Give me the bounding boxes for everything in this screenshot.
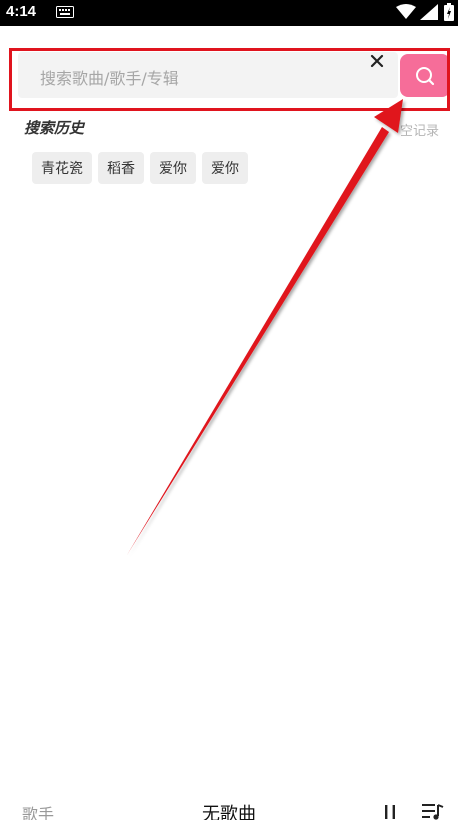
playlist-icon[interactable] [422, 803, 444, 820]
search-button[interactable] [400, 54, 450, 97]
close-icon[interactable] [366, 50, 388, 72]
wifi-icon [396, 4, 416, 19]
status-bar: 4:14 [0, 0, 458, 26]
history-tag[interactable]: 爱你 [150, 152, 196, 184]
player-bar[interactable]: 歌手 无歌曲 [0, 795, 458, 820]
search-placeholder: 搜索歌曲/歌手/专辑 [40, 69, 179, 88]
history-tag[interactable]: 青花瓷 [32, 152, 92, 184]
history-tag-list: 青花瓷 稻香 爱你 爱你 [32, 152, 248, 184]
search-input[interactable]: 搜索歌曲/歌手/专辑 [18, 52, 398, 98]
player-song-title: 无歌曲 [202, 804, 256, 820]
pause-icon[interactable] [383, 804, 397, 820]
history-tag[interactable]: 稻香 [98, 152, 144, 184]
history-tag[interactable]: 爱你 [202, 152, 248, 184]
clear-history-button[interactable]: 空记录 [400, 120, 439, 139]
player-artist: 歌手 [22, 805, 55, 820]
history-title: 搜索历史 [24, 119, 85, 137]
search-icon [416, 67, 435, 86]
battery-icon [444, 3, 454, 21]
status-time: 4:14 [6, 3, 37, 20]
signal-icon [420, 4, 438, 20]
keyboard-icon [56, 6, 74, 18]
